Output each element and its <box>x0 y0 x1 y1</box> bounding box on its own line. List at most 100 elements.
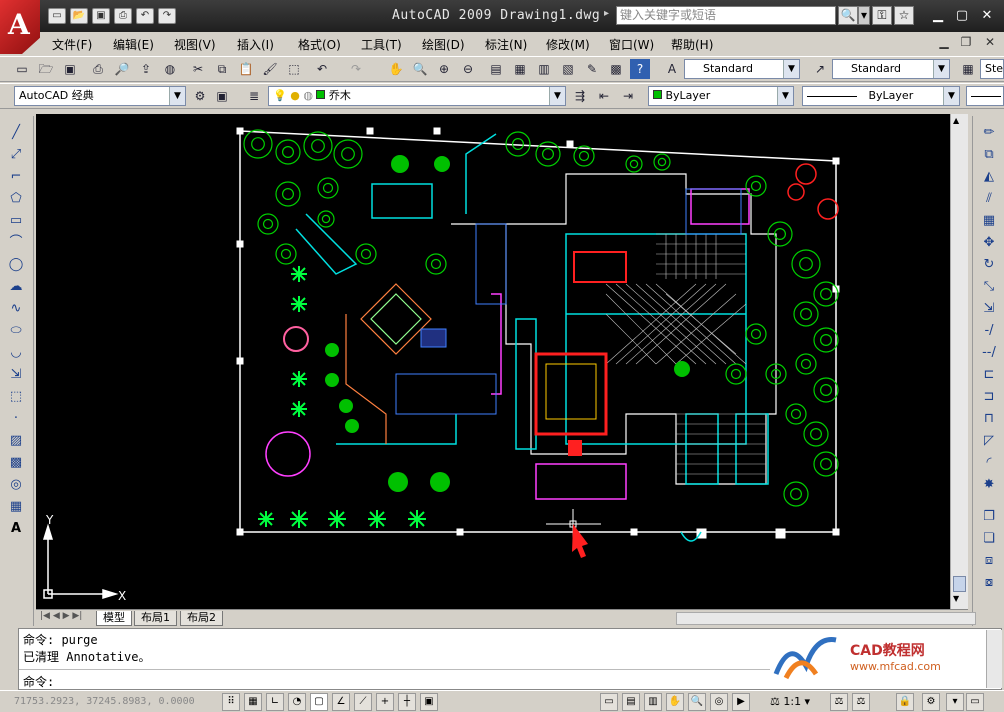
menu-dimension[interactable]: 标注(N) <box>485 36 527 53</box>
mirror-icon[interactable]: ◭ <box>979 168 999 186</box>
tab-nav-icons[interactable]: |◀ ◀ ▶ ▶| <box>40 611 82 621</box>
show-lineweight-button[interactable]: ┼ <box>398 693 416 711</box>
object-snap-tracking-button[interactable]: ∠ <box>332 693 350 711</box>
tool-palettes-icon[interactable]: ▥ <box>534 59 554 79</box>
command-prompt[interactable]: 命令: <box>23 673 54 690</box>
workspace-save-icon[interactable]: ▣ <box>212 86 232 106</box>
layer-previous-icon[interactable]: ⇤ <box>594 86 614 106</box>
copy-object-icon[interactable]: ⧉ <box>979 146 999 164</box>
make-block-icon[interactable]: ⬚ <box>6 388 26 406</box>
favorites-star-icon[interactable]: ☆ <box>894 6 914 25</box>
publish-icon[interactable]: ⇪ <box>136 59 156 79</box>
dynamic-input-button[interactable]: + <box>376 693 394 711</box>
lineweight-select[interactable] <box>966 86 1004 106</box>
object-snap-button[interactable]: ▢ <box>310 693 328 711</box>
polygon-icon[interactable]: ⬠ <box>6 190 26 208</box>
dim-style-icon[interactable]: ↗ <box>810 59 830 79</box>
communication-center-icon[interactable]: ⚿ <box>872 6 892 25</box>
color-select[interactable]: ByLayer ▼ <box>648 86 794 106</box>
help-icon[interactable]: ? <box>630 59 650 79</box>
steering-wheel-icon[interactable]: ◎ <box>710 693 728 711</box>
block-editor-icon[interactable]: ⬚ <box>284 59 304 79</box>
cut-icon[interactable]: ✂ <box>188 59 208 79</box>
redo-toolbar-icon[interactable]: ↷ <box>346 59 366 79</box>
open-icon[interactable]: 🗁 <box>36 59 56 79</box>
3d-dwf-icon[interactable]: ◍ <box>160 59 180 79</box>
workspace-select[interactable]: AutoCAD 经典 ▼ <box>14 86 186 106</box>
rotate-icon[interactable]: ↻ <box>979 256 999 274</box>
print-icon[interactable]: ⎙ <box>114 8 132 24</box>
undo-toolbar-icon[interactable]: ↶ <box>312 59 332 79</box>
fillet-icon[interactable]: ◜ <box>979 454 999 472</box>
horizontal-scrollbar[interactable] <box>676 612 976 625</box>
tab-layout2[interactable]: 布局2 <box>180 611 223 626</box>
doc-restore-button[interactable]: ❐ <box>958 35 974 50</box>
plot-preview-icon[interactable]: 🔎 <box>112 59 132 79</box>
move-icon[interactable]: ✥ <box>979 234 999 252</box>
doc-minimize-button[interactable]: ▁ <box>936 35 952 50</box>
table-style-select[interactable]: Ste <box>980 59 1004 79</box>
search-dropdown-icon[interactable]: ▾ <box>858 6 870 25</box>
undo-icon[interactable]: ↶ <box>136 8 154 24</box>
save-toolbar-icon[interactable]: ▣ <box>60 59 80 79</box>
new-file-icon[interactable]: ▭ <box>48 8 66 24</box>
pan-status-icon[interactable]: ✋ <box>666 693 684 711</box>
table-icon[interactable]: ▦ <box>6 498 26 516</box>
zoom-previous-icon[interactable]: ⊖ <box>458 59 478 79</box>
menu-tools[interactable]: 工具(T) <box>361 36 402 53</box>
draworder-front-icon[interactable]: ❐ <box>979 508 999 526</box>
erase-icon[interactable]: ✏ <box>979 124 999 142</box>
polyline-icon[interactable]: ⌐ <box>6 168 26 186</box>
trim-icon[interactable]: -/ <box>979 322 999 340</box>
region-icon[interactable]: ◎ <box>6 476 26 494</box>
gradient-icon[interactable]: ▩ <box>6 454 26 472</box>
menu-draw[interactable]: 绘图(D) <box>422 36 465 53</box>
draworder-back-icon[interactable]: ❏ <box>979 530 999 548</box>
open-folder-icon[interactable]: 📂 <box>70 8 88 24</box>
stretch-icon[interactable]: ⇲ <box>979 300 999 318</box>
command-scrollbar[interactable] <box>986 630 1002 688</box>
save-icon[interactable]: ▣ <box>92 8 110 24</box>
multiline-text-icon[interactable]: A <box>6 520 26 538</box>
revision-cloud-icon[interactable]: ☁ <box>6 278 26 296</box>
workspace-settings-icon[interactable]: ⚙ <box>190 86 210 106</box>
scroll-up-icon[interactable]: ▲ <box>953 116 959 125</box>
annotation-scale[interactable]: ⚖ 1:1 ▾ <box>770 695 810 708</box>
break-at-point-icon[interactable]: ⊏ <box>979 366 999 384</box>
make-current-layer-icon[interactable]: ⇶ <box>570 86 590 106</box>
minimize-button[interactable]: ▁ <box>928 7 948 24</box>
copy-icon[interactable]: ⧉ <box>212 59 232 79</box>
search-arrow-icon[interactable]: ▸ <box>604 8 609 19</box>
scroll-down-icon[interactable]: ▼ <box>953 594 959 603</box>
showmotion-icon[interactable]: ▶ <box>732 693 750 711</box>
text-style-select[interactable]: Standard ▼ <box>684 59 800 79</box>
scale-icon[interactable]: ⤡ <box>979 278 999 296</box>
extend-icon[interactable]: --/ <box>979 344 999 362</box>
menu-modify[interactable]: 修改(M) <box>546 36 590 53</box>
layer-states-icon[interactable]: ⇥ <box>618 86 638 106</box>
arc-icon[interactable]: ⌒ <box>6 234 26 252</box>
text-style-icon[interactable]: A <box>662 59 682 79</box>
menu-edit[interactable]: 编辑(E) <box>113 36 154 53</box>
line-icon[interactable]: ╱ <box>6 124 26 142</box>
rectangle-icon[interactable]: ▭ <box>6 212 26 230</box>
quick-view-drawings-button[interactable]: ▥ <box>644 693 662 711</box>
scroll-thumb[interactable] <box>953 576 966 592</box>
menu-format[interactable]: 格式(O) <box>298 36 341 53</box>
zoom-window-icon[interactable]: ⊕ <box>434 59 454 79</box>
menu-help[interactable]: 帮助(H) <box>671 36 713 53</box>
pan-icon[interactable]: ✋ <box>386 59 406 79</box>
redo-icon[interactable]: ↷ <box>158 8 176 24</box>
design-center-icon[interactable]: ▦ <box>510 59 530 79</box>
lock-toolbar-icon[interactable]: 🔒 <box>896 693 914 711</box>
chamfer-icon[interactable]: ◸ <box>979 432 999 450</box>
array-icon[interactable]: ▦ <box>979 212 999 230</box>
quick-view-layouts-button[interactable]: ▤ <box>622 693 640 711</box>
layer-select[interactable]: 💡 ● ◍ 乔木 ▼ <box>268 86 566 106</box>
status-menu-icon[interactable]: ▾ <box>946 693 964 711</box>
paste-icon[interactable]: 📋 <box>236 59 256 79</box>
maximize-button[interactable]: ▢ <box>952 7 972 24</box>
table-style-icon[interactable]: ▦ <box>958 59 978 79</box>
coordinate-readout[interactable]: 71753.2923, 37245.8983, 0.0000 <box>14 696 195 707</box>
construction-line-icon[interactable]: ⤢ <box>6 146 26 164</box>
